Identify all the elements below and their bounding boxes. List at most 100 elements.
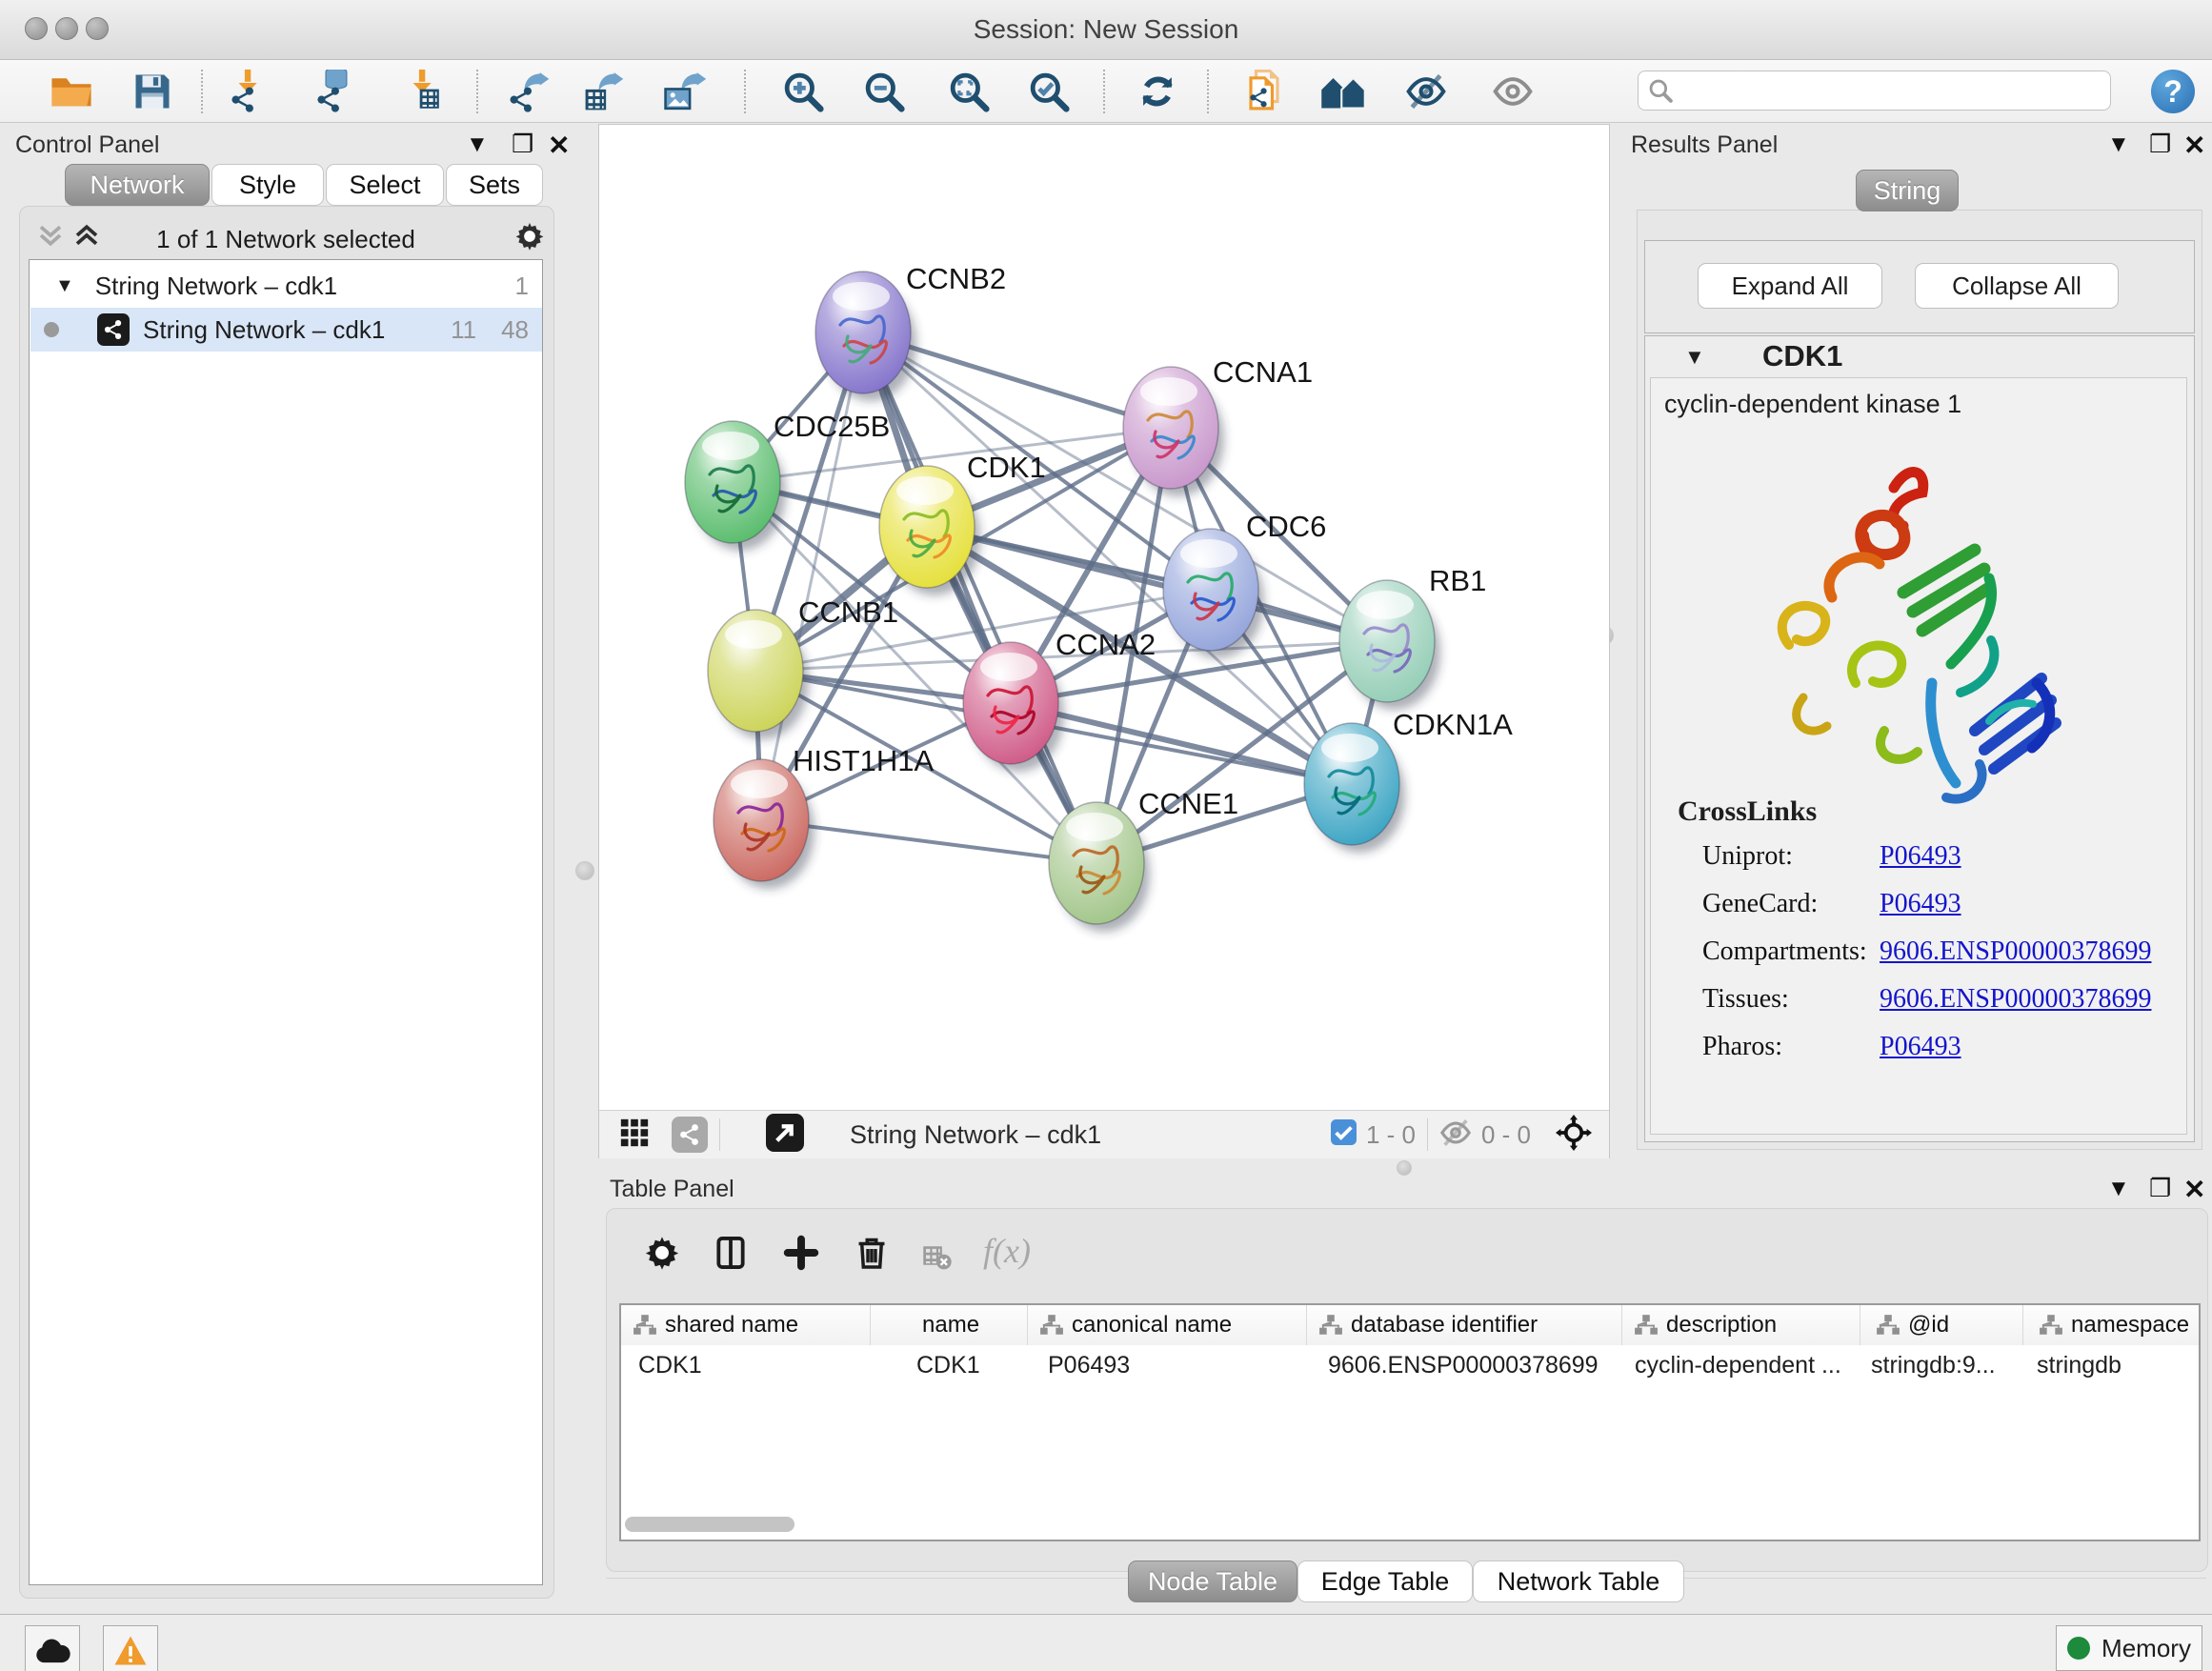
crosslink-pharos-link[interactable]: P06493 [1880,1032,1961,1062]
help-icon[interactable]: ? [2146,68,2200,115]
column-header[interactable]: namespace [2023,1305,2201,1345]
import-table-button[interactable] [397,68,451,115]
show-columns-icon[interactable] [713,1235,749,1276]
network-node-rb1[interactable] [1339,580,1440,710]
control-panel-float-icon[interactable]: ❐ [512,130,533,159]
delete-column-trash-icon[interactable] [854,1235,890,1276]
toolbar-separator [719,1118,720,1151]
collapse-all-button[interactable]: Collapse All [1915,263,2119,309]
import-network-database-button[interactable] [309,68,362,115]
table-panel-float-icon[interactable]: ❐ [2149,1174,2171,1203]
first-neighbors-icon[interactable] [1317,68,1370,115]
memory-status-dot [2067,1637,2090,1660]
zoom-in-button[interactable] [776,68,830,115]
expand-all-networks-icon[interactable] [72,221,101,254]
tab-select[interactable]: Select [326,164,444,206]
network-tree-root-row[interactable]: ▼ String Network – cdk1 1 [30,264,542,308]
crosslink-compartments-link[interactable]: 9606.ENSP00000378699 [1880,936,2151,967]
network-canvas[interactable]: CCNB2CCNA1CDC25BCDK1CDC6RB1CCNB1CCNA2CDK… [599,125,1609,1110]
search-field[interactable] [1638,70,2111,111]
tab-sets[interactable]: Sets [446,164,543,206]
control-panel-close-icon[interactable]: ✕ [548,130,570,161]
table-gear-icon[interactable] [644,1235,680,1276]
export-table-button[interactable] [577,68,631,115]
horizontal-scrollbar[interactable] [625,1517,794,1532]
network-node-ccnb1[interactable] [708,610,809,739]
new-network-from-selection-button[interactable] [1237,68,1291,115]
network-node-ccna2[interactable] [963,642,1064,772]
table-cell[interactable]: stringdb:9... [1871,1347,2014,1383]
bottom-splitter-handle[interactable] [1397,1160,1412,1176]
fit-content-crosshair-icon[interactable] [1556,1115,1592,1156]
crosslink-uniprot-link[interactable]: P06493 [1880,841,1961,872]
table-cell[interactable]: P06493 [1048,1347,1305,1383]
results-panel-menu-icon[interactable]: ▼ [2107,131,2130,158]
crosslink-label: Pharos: [1702,1032,1782,1062]
network-node-ccne1[interactable] [1049,802,1150,932]
table-cell[interactable]: CDK1 [638,1347,867,1383]
table-cell[interactable]: cyclin-dependent ... [1635,1347,1860,1383]
tab-node-table[interactable]: Node Table [1128,1560,1297,1602]
table-panel-menu-icon[interactable]: ▼ [2107,1176,2130,1202]
network-node-cdk1[interactable] [879,466,980,595]
table-cell[interactable]: CDK1 [916,1347,1059,1383]
tab-style[interactable]: Style [211,164,324,206]
left-splitter-handle[interactable] [575,861,594,880]
entry-detail-card: cyclin-dependent kinase 1 CrossL [1650,377,2187,1135]
network-node-hist1h1a[interactable] [714,759,814,889]
column-header[interactable]: description [1622,1305,1860,1345]
tree-expander-icon[interactable]: ▼ [55,275,74,297]
collapse-all-networks-icon[interactable] [36,221,65,254]
column-header[interactable]: database identifier [1307,1305,1622,1345]
results-panel-close-icon[interactable]: ✕ [2183,130,2205,161]
network-options-gear-icon[interactable] [514,221,545,256]
open-in-window-icon[interactable] [766,1114,804,1157]
tab-string[interactable]: String [1856,170,1959,211]
export-network-button[interactable] [503,68,556,115]
tab-network-table[interactable]: Network Table [1473,1560,1684,1602]
selected-checkbox-icon[interactable] [1331,1119,1357,1150]
memory-button[interactable]: Memory [2056,1625,2202,1671]
table-cell[interactable]: stringdb [2037,1347,2194,1383]
tab-edge-table[interactable]: Edge Table [1297,1560,1473,1602]
network-node-cdkn1a[interactable] [1304,723,1405,853]
birds-eye-view-icon[interactable] [618,1117,651,1154]
network-node-cdc6[interactable] [1163,529,1264,658]
hidden-eye-slash-icon [1439,1117,1472,1154]
search-input[interactable] [1673,76,2077,105]
column-header[interactable]: canonical name [1028,1305,1307,1345]
zoom-out-button[interactable] [857,68,911,115]
warning-icon[interactable] [103,1625,158,1671]
network-node-ccna1[interactable] [1123,367,1224,496]
column-header[interactable]: name [871,1305,1028,1345]
import-network-file-button[interactable] [223,68,276,115]
crosslink-genecard-link[interactable]: P06493 [1880,889,1961,919]
column-header[interactable]: shared name [621,1305,871,1345]
network-edge[interactable] [927,527,1387,641]
control-panel-menu-icon[interactable]: ▼ [466,131,489,158]
entry-expander-icon[interactable]: ▼ [1684,345,1705,370]
refresh-icon[interactable] [1131,68,1184,115]
open-session-button[interactable] [45,68,98,115]
tab-network[interactable]: Network [65,164,210,206]
network-node-ccnb2[interactable] [815,272,916,401]
column-header[interactable]: @id [1860,1305,2023,1345]
network-tree-row-selected[interactable]: String Network – cdk1 11 48 [30,308,542,352]
control-panel-title: Control Panel [15,131,159,159]
zoom-selected-button[interactable] [1022,68,1076,115]
node-label-ccna1: CCNA1 [1213,355,1313,389]
save-session-button[interactable] [126,68,179,115]
show-all-eye-icon[interactable] [1486,68,1539,115]
window-title: Session: New Session [0,14,2212,45]
table-panel-close-icon[interactable]: ✕ [2183,1174,2205,1205]
add-column-icon[interactable] [783,1235,819,1276]
export-image-button[interactable] [658,68,712,115]
expand-all-button[interactable]: Expand All [1698,263,1882,309]
cloud-icon[interactable] [25,1625,80,1671]
crosslink-tissues-link[interactable]: 9606.ENSP00000378699 [1880,984,2151,1015]
network-badge-icon[interactable] [672,1117,708,1153]
table-cell[interactable]: 9606.ENSP00000378699 [1328,1347,1633,1383]
results-panel-float-icon[interactable]: ❐ [2149,130,2171,159]
zoom-fit-button[interactable] [942,68,995,115]
hide-selection-eye-slash-icon[interactable] [1399,68,1453,115]
